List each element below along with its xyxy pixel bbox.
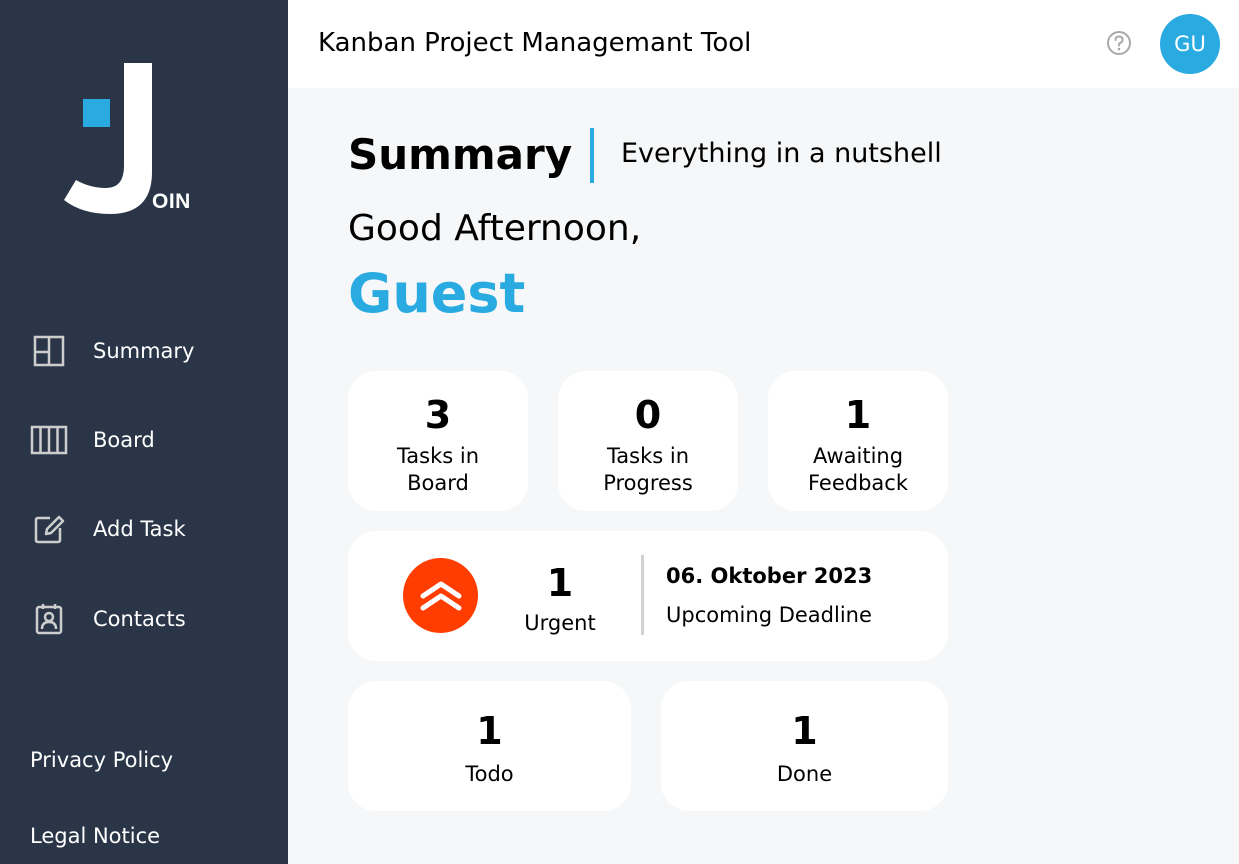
urgent-count: 1	[546, 561, 574, 605]
card-divider	[641, 555, 644, 635]
metric-label: Tasks in Board	[348, 443, 528, 497]
metric-label: Done	[776, 762, 833, 786]
sidebar-item-label: Summary	[93, 339, 195, 363]
privacy-policy-link[interactable]: Privacy Policy	[30, 748, 173, 772]
metric-label: Todo	[465, 762, 514, 786]
sidebar-item-label: Add Task	[93, 517, 186, 541]
sidebar-item-add-task[interactable]: Add Task	[30, 509, 280, 549]
metric-label-line: Feedback	[807, 471, 908, 495]
help-circle-icon[interactable]	[1106, 30, 1132, 56]
sidebar-item-board[interactable]: Board	[30, 420, 280, 460]
metric-value: 0	[634, 393, 662, 437]
metric-value: 1	[844, 393, 872, 437]
metric-label-line: Tasks in	[606, 444, 690, 468]
sidebar: OIN Summary Board Add Task Contacts Priv…	[0, 0, 288, 864]
legal-notice-link[interactable]: Legal Notice	[30, 824, 160, 848]
metric-label-line: Progress	[603, 471, 693, 495]
deadline-label: Upcoming Deadline	[666, 603, 872, 627]
edit-icon	[30, 510, 68, 548]
metric-label: Tasks in Progress	[558, 443, 738, 497]
join-logo[interactable]: OIN	[62, 62, 192, 218]
tasks-in-progress-card[interactable]: 0 Tasks in Progress	[558, 371, 738, 511]
urgent-badge	[403, 558, 478, 633]
contacts-icon	[30, 600, 68, 638]
logo-text: OIN	[152, 190, 191, 213]
greeting-user-name: Guest	[348, 262, 526, 325]
app-title: Kanban Project Managemant Tool	[318, 28, 752, 58]
done-card[interactable]: 1 Done	[661, 681, 948, 811]
awaiting-feedback-card[interactable]: 1 Awaiting Feedback	[768, 371, 948, 511]
page-subtitle: Everything in a nutshell	[621, 138, 942, 169]
urgent-deadline-card[interactable]: 1 Urgent 06. Oktober 2023 Upcoming Deadl…	[348, 531, 948, 661]
board-icon	[30, 421, 68, 459]
top-header: Kanban Project Managemant Tool GU	[288, 0, 1239, 88]
metric-label-line: Tasks in	[396, 444, 480, 468]
title-divider	[590, 128, 594, 183]
greeting-text: Good Afternoon,	[348, 208, 642, 249]
todo-card[interactable]: 1 Todo	[348, 681, 631, 811]
sidebar-item-label: Board	[93, 428, 155, 452]
sidebar-item-contacts[interactable]: Contacts	[30, 599, 280, 639]
metric-value: 1	[476, 709, 503, 753]
double-chevron-up-icon	[420, 581, 461, 610]
sidebar-item-summary[interactable]: Summary	[30, 331, 280, 371]
user-avatar[interactable]: GU	[1160, 14, 1220, 74]
metric-value: 1	[791, 709, 818, 753]
metric-label: Awaiting Feedback	[768, 443, 948, 497]
page-title: Summary	[348, 130, 573, 179]
logo-blue-square	[83, 99, 110, 127]
metric-label-line: Awaiting	[812, 444, 904, 468]
urgent-label: Urgent	[524, 611, 596, 635]
deadline-date: 06. Oktober 2023	[666, 564, 873, 588]
logo-white-square	[124, 63, 152, 94]
tasks-in-board-card[interactable]: 3 Tasks in Board	[348, 371, 528, 511]
metric-label-line: Board	[407, 471, 469, 495]
summary-icon	[30, 332, 68, 370]
metric-value: 3	[424, 393, 452, 437]
sidebar-item-label: Contacts	[93, 607, 186, 631]
